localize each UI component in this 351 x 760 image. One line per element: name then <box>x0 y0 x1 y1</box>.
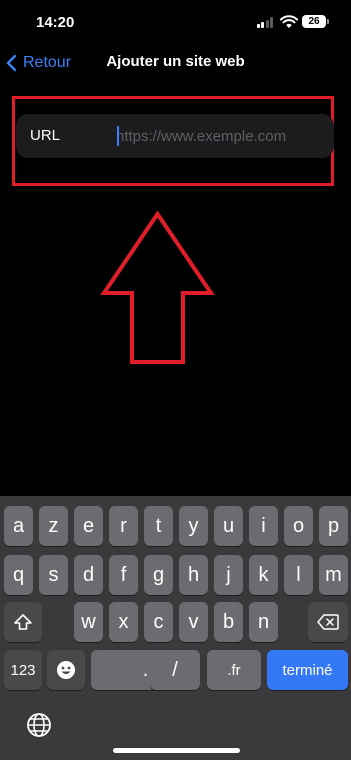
key-w[interactable]: w <box>74 602 103 642</box>
key-b[interactable]: b <box>214 602 243 642</box>
delete-key[interactable] <box>308 602 348 642</box>
status-time: 14:20 <box>36 14 75 31</box>
key-d[interactable]: d <box>74 555 103 595</box>
status-bar: 14:20 26 <box>0 0 351 44</box>
home-indicator <box>113 748 240 753</box>
delete-icon <box>317 614 339 630</box>
emoji-key[interactable] <box>47 650 85 690</box>
key-x[interactable]: x <box>109 602 138 642</box>
done-key[interactable]: terminé <box>267 650 348 690</box>
shift-icon <box>14 614 32 630</box>
navigation-bar: Retour Ajouter un site web <box>0 44 351 84</box>
key-z[interactable]: z <box>39 506 68 546</box>
key-a[interactable]: a <box>4 506 33 546</box>
battery-icon: 26 <box>302 15 329 28</box>
url-label: URL <box>30 127 61 144</box>
key-l[interactable]: l <box>284 555 313 595</box>
key-v[interactable]: v <box>179 602 208 642</box>
key-u[interactable]: u <box>214 506 243 546</box>
text-cursor <box>117 126 119 146</box>
shift-key[interactable] <box>4 602 42 642</box>
key-k[interactable]: k <box>249 555 278 595</box>
wifi-icon <box>280 15 298 28</box>
key-g[interactable]: g <box>144 555 173 595</box>
slash-key-visible[interactable]: / <box>150 650 200 690</box>
key-i[interactable]: i <box>249 506 278 546</box>
key-e[interactable]: e <box>74 506 103 546</box>
key-c[interactable]: c <box>144 602 173 642</box>
key-f[interactable]: f <box>109 555 138 595</box>
keyboard: a z e r t y u i o p q s d f g h j k l m … <box>0 496 351 760</box>
key-r[interactable]: r <box>109 506 138 546</box>
key-s[interactable]: s <box>39 555 68 595</box>
key-p[interactable]: p <box>319 506 348 546</box>
key-o[interactable]: o <box>284 506 313 546</box>
key-n[interactable]: n <box>249 602 278 642</box>
url-field-row[interactable]: URL <box>16 114 334 158</box>
key-j[interactable]: j <box>214 555 243 595</box>
arrow-up-annotation <box>100 210 215 364</box>
numbers-key[interactable]: 123 <box>4 650 42 690</box>
key-q[interactable]: q <box>4 555 33 595</box>
domain-key[interactable]: .fr <box>207 650 261 690</box>
key-h[interactable]: h <box>179 555 208 595</box>
page-title: Ajouter un site web <box>106 53 245 70</box>
key-y[interactable]: y <box>179 506 208 546</box>
key-t[interactable]: t <box>144 506 173 546</box>
emoji-icon <box>57 661 75 679</box>
url-input[interactable] <box>116 122 326 150</box>
globe-icon[interactable] <box>26 712 52 738</box>
key-m[interactable]: m <box>319 555 348 595</box>
cellular-signal-icon <box>257 17 273 28</box>
